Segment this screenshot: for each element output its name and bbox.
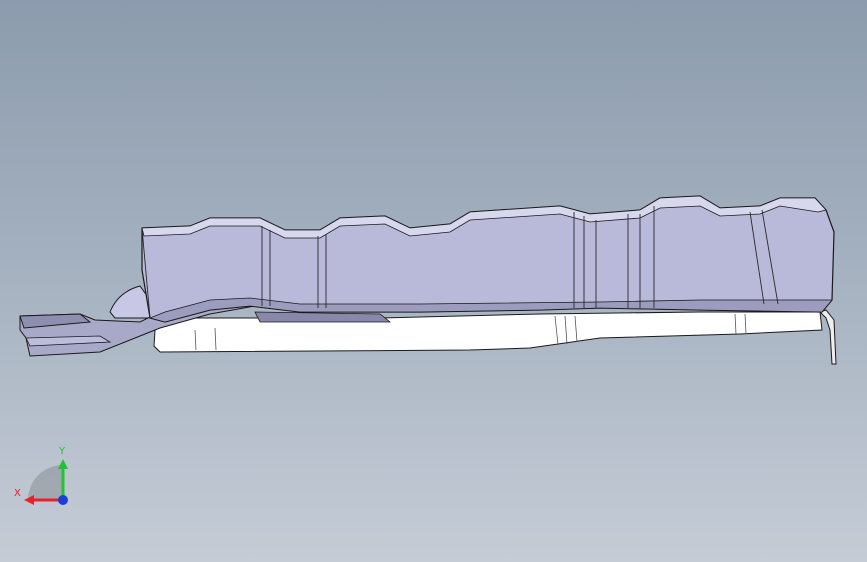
z-axis-dot	[58, 495, 68, 505]
graphics-viewport[interactable]: Y X	[0, 0, 867, 562]
part-main-body	[141, 195, 835, 323]
y-axis-arrowhead	[58, 459, 68, 469]
coordinate-triad: Y X	[14, 446, 68, 505]
part-underside	[153, 309, 837, 365]
x-axis-label: X	[14, 488, 21, 499]
y-axis-label: Y	[58, 446, 66, 457]
triad-plane-icon	[28, 465, 63, 500]
